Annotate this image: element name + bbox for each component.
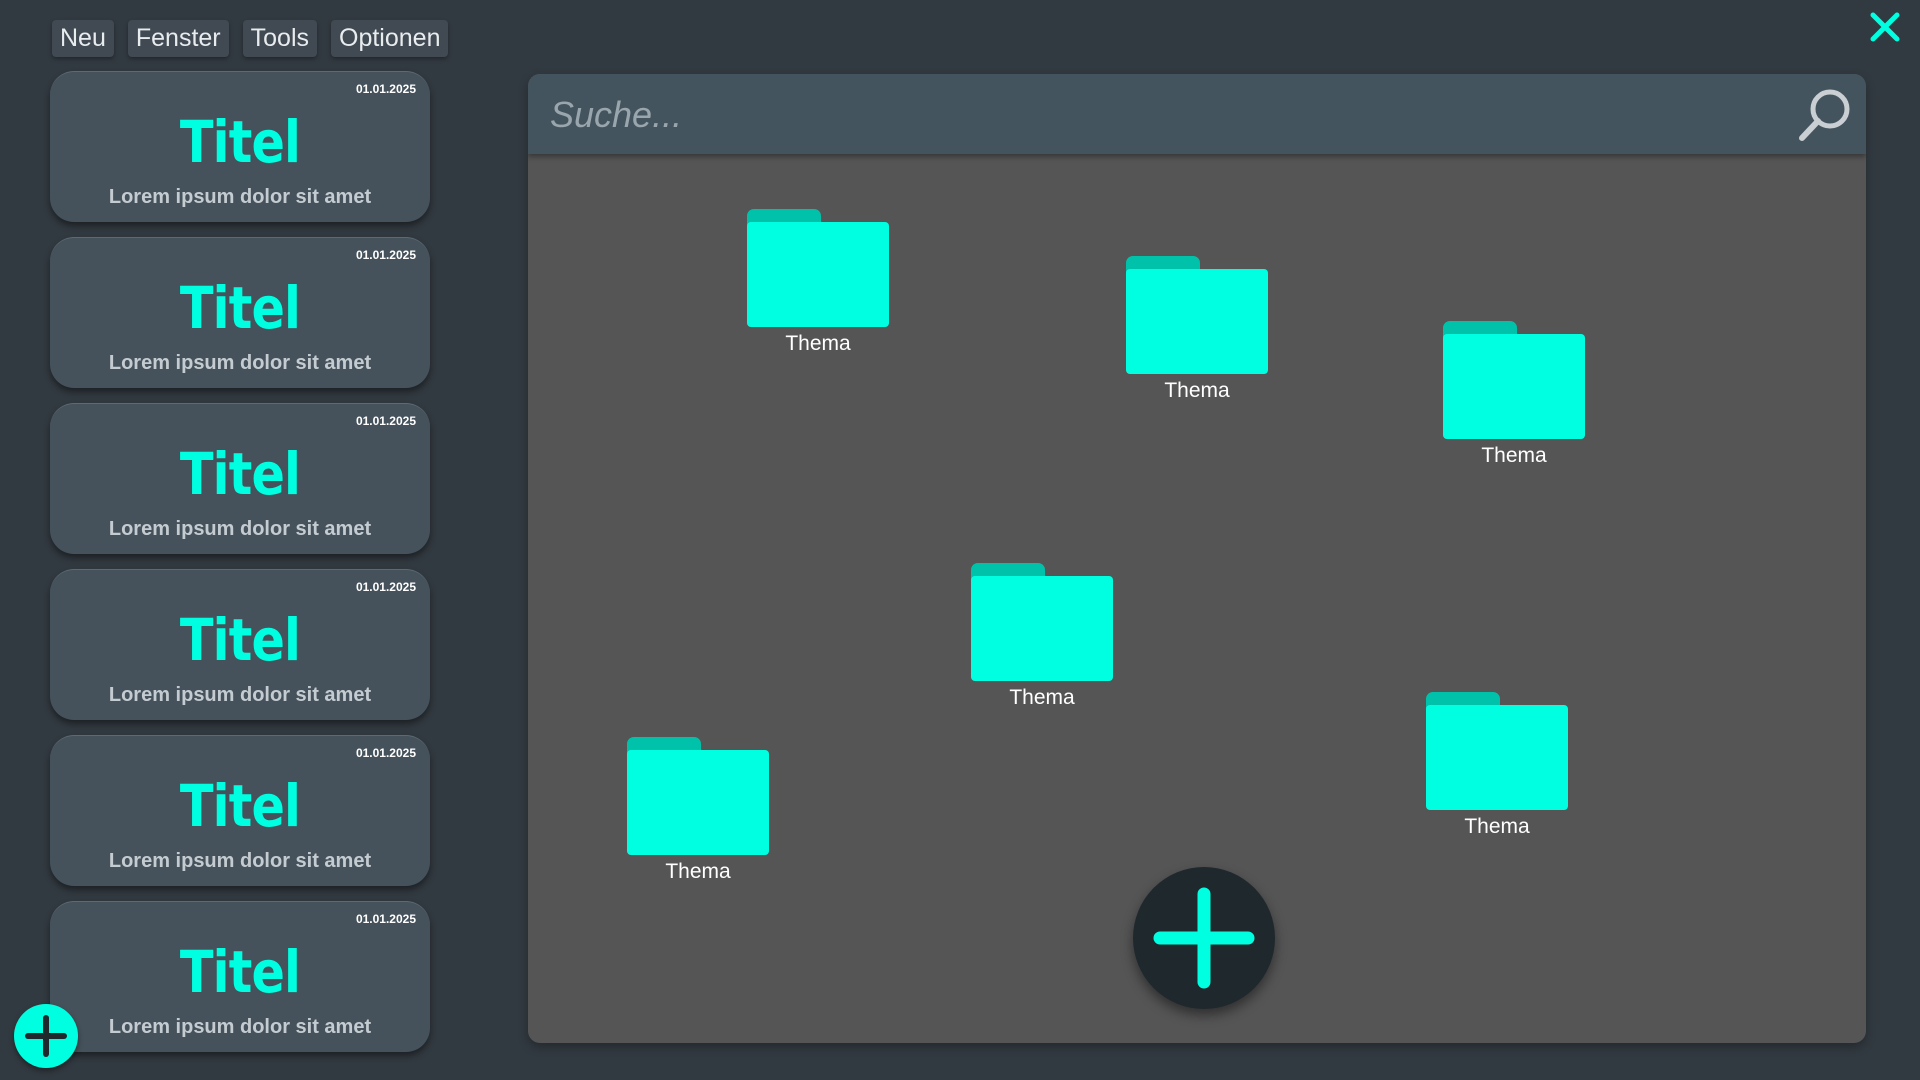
add-card-button[interactable]	[14, 1004, 78, 1068]
folder-icon	[747, 209, 889, 327]
menu-bar: Neu Fenster Tools Optionen	[52, 20, 449, 57]
folder-label: Thema	[1164, 379, 1230, 402]
folder-label: Thema	[1009, 686, 1075, 709]
sidebar-card[interactable]: 01.01.2025 Titel Lorem ipsum dolor sit a…	[50, 735, 430, 886]
card-date: 01.01.2025	[355, 746, 416, 760]
card-title: Titel	[179, 440, 301, 508]
card-title: Titel	[179, 606, 301, 674]
folder-label: Thema	[785, 332, 851, 355]
folder-icon	[1126, 256, 1268, 374]
card-subtitle: Lorem ipsum dolor sit amet	[108, 518, 372, 540]
card-date: 01.01.2025	[355, 414, 416, 428]
search-bar	[528, 74, 1866, 154]
card-date: 01.01.2025	[355, 912, 416, 926]
sidebar-card[interactable]: 01.01.2025 Titel Lorem ipsum dolor sit a…	[50, 237, 430, 388]
plus-icon	[25, 1015, 67, 1057]
folder-item[interactable]: Thema	[623, 736, 773, 884]
sidebar-card[interactable]: 01.01.2025 Titel Lorem ipsum dolor sit a…	[50, 403, 430, 554]
search-button[interactable]	[1796, 86, 1854, 144]
close-icon	[1870, 12, 1900, 42]
card-date: 01.01.2025	[355, 580, 416, 594]
folder-item[interactable]: Thema	[743, 208, 893, 356]
close-button[interactable]	[1866, 8, 1904, 46]
sidebar: 01.01.2025 Titel Lorem ipsum dolor sit a…	[50, 71, 432, 1067]
menu-item-neu[interactable]: Neu	[52, 20, 114, 57]
main-panel: Thema Thema Thema Thema Thema	[528, 74, 1866, 1043]
card-subtitle: Lorem ipsum dolor sit amet	[108, 352, 372, 374]
card-title: Titel	[179, 108, 301, 176]
card-date: 01.01.2025	[355, 248, 416, 262]
menu-item-fenster[interactable]: Fenster	[127, 20, 229, 57]
card-subtitle: Lorem ipsum dolor sit amet	[108, 684, 372, 706]
search-icon	[1799, 89, 1850, 141]
plus-icon	[1153, 887, 1255, 989]
folder-item[interactable]: Thema	[1439, 320, 1589, 468]
menu-item-tools[interactable]: Tools	[242, 20, 318, 57]
folder-label: Thema	[1481, 444, 1547, 467]
card-date: 01.01.2025	[355, 82, 416, 96]
folder-icon	[1443, 321, 1585, 439]
card-title: Titel	[179, 938, 301, 1006]
card-subtitle: Lorem ipsum dolor sit amet	[108, 1016, 372, 1038]
folder-label: Thema	[665, 860, 731, 883]
add-folder-button[interactable]	[1133, 867, 1275, 1009]
sidebar-card[interactable]: 01.01.2025 Titel Lorem ipsum dolor sit a…	[50, 71, 430, 222]
search-input[interactable]	[548, 86, 1752, 144]
card-subtitle: Lorem ipsum dolor sit amet	[108, 850, 372, 872]
folder-item[interactable]: Thema	[1422, 691, 1572, 839]
card-title: Titel	[179, 772, 301, 840]
folder-icon	[1426, 692, 1568, 810]
menu-item-optionen[interactable]: Optionen	[331, 20, 449, 57]
folder-label: Thema	[1464, 815, 1530, 838]
folder-icon	[971, 563, 1113, 681]
folder-icon	[627, 737, 769, 855]
card-subtitle: Lorem ipsum dolor sit amet	[108, 186, 372, 208]
sidebar-card[interactable]: 01.01.2025 Titel Lorem ipsum dolor sit a…	[50, 901, 430, 1052]
folder-item[interactable]: Thema	[967, 562, 1117, 710]
card-title: Titel	[179, 274, 301, 342]
folder-item[interactable]: Thema	[1122, 255, 1272, 403]
sidebar-card[interactable]: 01.01.2025 Titel Lorem ipsum dolor sit a…	[50, 569, 430, 720]
